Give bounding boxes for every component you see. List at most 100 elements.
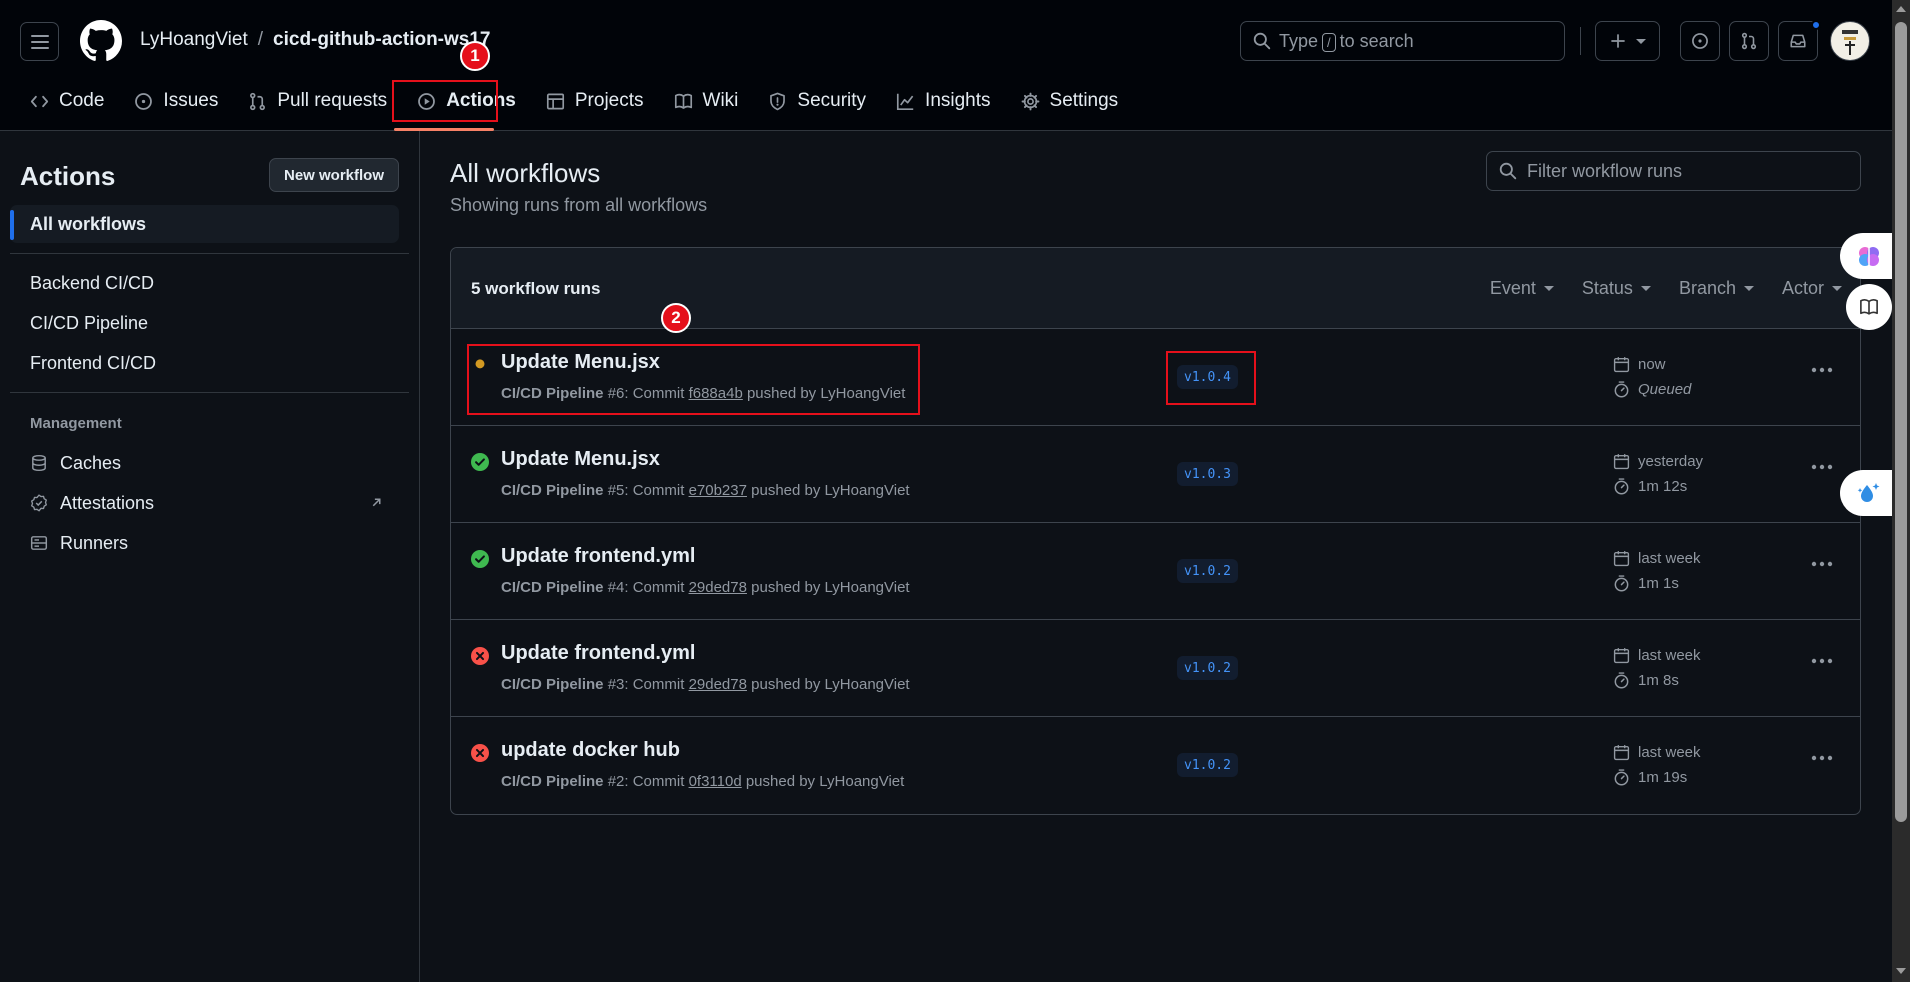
- filter-workflow-runs-input[interactable]: Filter workflow runs: [1486, 151, 1861, 191]
- run-date: yesterday: [1613, 453, 1703, 470]
- tab-issues[interactable]: Issues: [122, 80, 230, 122]
- tab-projects[interactable]: Projects: [534, 80, 656, 122]
- annotation-marker-1: 1: [460, 41, 490, 71]
- filter-status-dropdown[interactable]: Status: [1582, 278, 1651, 299]
- page-scrollbar[interactable]: [1892, 0, 1910, 982]
- search-placeholder: Type / to search: [1279, 30, 1414, 52]
- run-workflow-name: CI/CD Pipeline: [501, 579, 604, 596]
- tab-security[interactable]: Security: [756, 80, 878, 122]
- scroll-down-arrow-icon[interactable]: [1896, 968, 1906, 974]
- scroll-up-arrow-icon[interactable]: [1896, 6, 1906, 12]
- breadcrumb-separator: /: [257, 29, 264, 50]
- plus-icon: [1610, 34, 1625, 48]
- reader-extension-button[interactable]: [1846, 284, 1892, 330]
- chevron-down-icon: [1832, 286, 1842, 291]
- sidebar-item-frontend-cicd[interactable]: Frontend CI/CD: [10, 344, 399, 382]
- gear-icon: [1021, 92, 1039, 110]
- sidebar-item-label: Backend CI/CD: [30, 272, 155, 293]
- kebab-menu-icon: [1811, 755, 1833, 761]
- breadcrumb: LyHoangViet / cicd-github-action-ws17: [140, 29, 491, 51]
- page-subtitle: Showing runs from all workflows: [450, 195, 708, 215]
- sidebar-item-backend-cicd[interactable]: Backend CI/CD: [10, 264, 399, 302]
- branch-badge[interactable]: v1.0.2: [1177, 753, 1238, 777]
- filter-actor-dropdown[interactable]: Actor: [1782, 278, 1842, 299]
- sidebar-item-caches[interactable]: Caches: [10, 444, 399, 482]
- server-icon: [30, 536, 48, 550]
- annotation-box-actions: [392, 80, 498, 122]
- workflow-run-row[interactable]: Update Menu.jsx CI/CD Pipeline #5: Commit…: [451, 426, 1860, 523]
- calendar-icon: [1613, 551, 1630, 567]
- issue-icon: [135, 92, 153, 110]
- kebab-menu-icon: [1811, 561, 1833, 567]
- branch-badge[interactable]: v1.0.3: [1177, 462, 1238, 486]
- workflow-runs-list: 5 workflow runs Event Status Branch Actor U…: [450, 247, 1861, 815]
- workflow-run-row[interactable]: update docker hub CI/CD Pipeline #2: Comm…: [451, 717, 1860, 814]
- calendar-icon: [1613, 357, 1630, 373]
- commit-sha-link[interactable]: 29ded78: [689, 579, 747, 596]
- repo-owner-link[interactable]: LyHoangViet: [140, 29, 248, 51]
- search-input[interactable]: Type / to search: [1240, 21, 1565, 61]
- run-meta-text: #2: Commit: [603, 773, 689, 790]
- workflow-run-row[interactable]: Update frontend.yml CI/CD Pipeline #3: Co…: [451, 620, 1860, 717]
- run-options-button[interactable]: [1811, 464, 1833, 470]
- external-link-icon: [372, 498, 381, 507]
- pull-requests-button[interactable]: [1729, 21, 1769, 61]
- run-options-button[interactable]: [1811, 561, 1833, 567]
- tab-label: Pull requests: [277, 90, 388, 111]
- issues-button[interactable]: [1680, 21, 1720, 61]
- workflow-run-row[interactable]: Update frontend.yml CI/CD Pipeline #4: Co…: [451, 523, 1860, 620]
- run-title-link[interactable]: update docker hub: [501, 739, 680, 762]
- run-duration-text: 1m 19s: [1638, 769, 1688, 786]
- sidebar-item-all-workflows[interactable]: All workflows: [10, 205, 399, 243]
- filter-branch-dropdown[interactable]: Branch: [1679, 278, 1754, 299]
- stopwatch-icon: [1614, 575, 1629, 592]
- run-title-link[interactable]: Update frontend.yml: [501, 642, 695, 665]
- sidebar-item-attestations[interactable]: Attestations: [10, 484, 399, 522]
- new-workflow-button[interactable]: New workflow: [269, 158, 399, 192]
- commit-sha-link[interactable]: e70b237: [689, 482, 747, 499]
- run-options-button[interactable]: [1811, 658, 1833, 664]
- tab-code[interactable]: Code: [18, 80, 116, 122]
- run-date: now: [1613, 356, 1666, 373]
- repo-nav-tabs: Code Issues Pull requests Actions Projects Wi…: [18, 80, 1136, 122]
- run-duration: Queued: [1613, 381, 1691, 398]
- run-duration: 1m 1s: [1613, 575, 1679, 592]
- sidebar-item-runners[interactable]: Runners: [10, 524, 399, 562]
- run-options-button[interactable]: [1811, 367, 1833, 373]
- brain-extension-button[interactable]: [1840, 233, 1892, 279]
- avatar[interactable]: [1830, 21, 1870, 61]
- run-duration: 1m 19s: [1613, 769, 1687, 786]
- sidebar-item-cicd-pipeline[interactable]: CI/CD Pipeline: [10, 304, 399, 342]
- github-logo-icon[interactable]: [80, 20, 122, 62]
- calendar-icon: [1613, 454, 1630, 470]
- tab-insights[interactable]: Insights: [884, 80, 1002, 122]
- annotation-box-run: [467, 344, 920, 415]
- tab-pull-requests[interactable]: Pull requests: [236, 80, 399, 122]
- menu-button[interactable]: [20, 22, 59, 61]
- chevron-down-icon: [1635, 38, 1646, 44]
- run-duration-text: Queued: [1638, 381, 1692, 398]
- droplet-extension-button[interactable]: [1840, 470, 1892, 516]
- create-new-button[interactable]: [1595, 21, 1660, 61]
- commit-sha-link[interactable]: 29ded78: [689, 676, 747, 693]
- filter-event-dropdown[interactable]: Event: [1490, 278, 1554, 299]
- kebab-menu-icon: [1811, 367, 1833, 373]
- scrollbar-thumb[interactable]: [1895, 22, 1907, 822]
- stopwatch-icon: [1614, 769, 1629, 786]
- run-title-link[interactable]: Update Menu.jsx: [501, 448, 660, 471]
- calendar-icon: [1613, 745, 1630, 761]
- page-title: All workflows: [450, 158, 601, 188]
- repo-name-link[interactable]: cicd-github-action-ws17: [273, 29, 490, 51]
- run-duration-text: 1m 8s: [1638, 672, 1679, 689]
- run-date-text: yesterday: [1638, 453, 1704, 470]
- tab-wiki[interactable]: Wiki: [662, 80, 751, 122]
- tab-settings[interactable]: Settings: [1009, 80, 1131, 122]
- run-meta: CI/CD Pipeline #5: Commit e70b237 pushed…: [501, 482, 910, 499]
- sidebar-item-label: CI/CD Pipeline: [30, 312, 149, 333]
- branch-badge[interactable]: v1.0.2: [1177, 656, 1238, 680]
- branch-badge[interactable]: v1.0.2: [1177, 559, 1238, 583]
- run-title-link[interactable]: Update frontend.yml: [501, 545, 695, 568]
- tab-label: Settings: [1049, 90, 1119, 111]
- commit-sha-link[interactable]: 0f3110d: [689, 773, 742, 790]
- run-options-button[interactable]: [1811, 755, 1833, 761]
